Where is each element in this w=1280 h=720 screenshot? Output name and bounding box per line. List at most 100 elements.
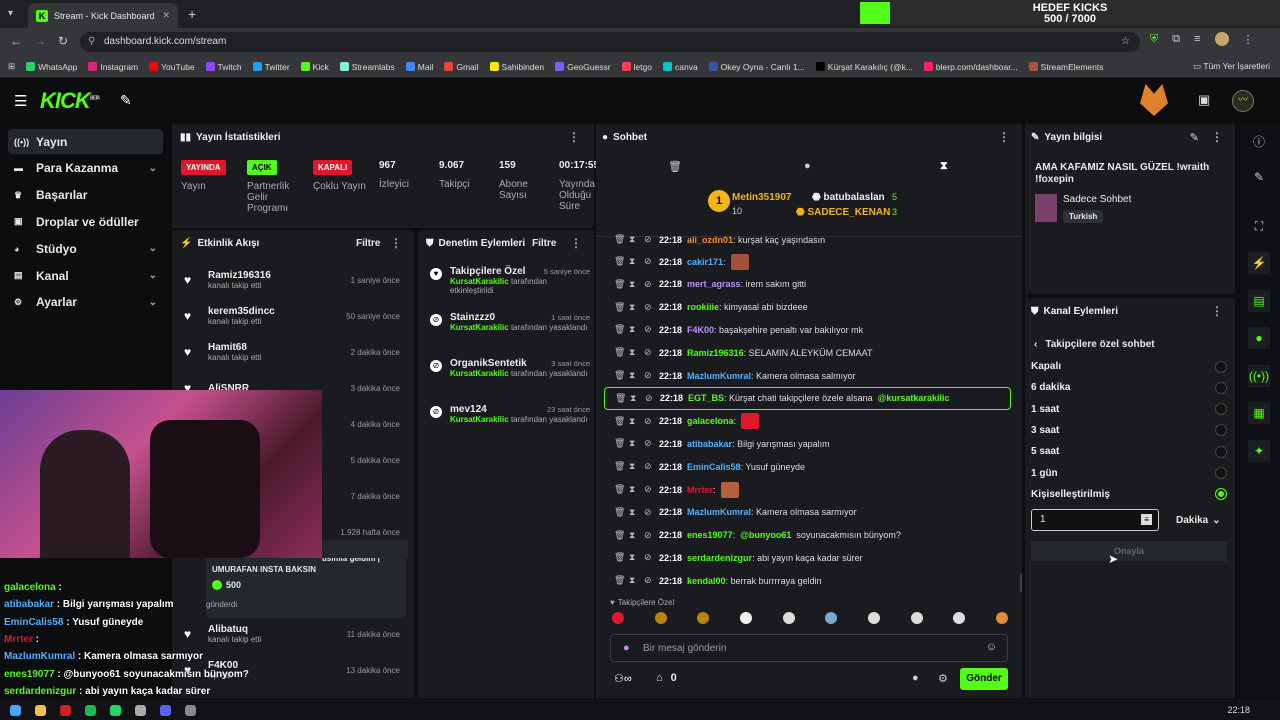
delete-message-icon[interactable]: 🗑 xyxy=(614,256,625,267)
activity-user[interactable]: kerem35dincc xyxy=(208,306,275,317)
discord-icon[interactable] xyxy=(160,704,171,716)
media-control-icon[interactable]: ≡ xyxy=(1194,33,1200,45)
ban-icon[interactable]: ⊘ xyxy=(644,234,654,245)
stepper-icon[interactable]: ≡ xyxy=(1141,514,1152,525)
back-to-actions[interactable]: ‹ Takipçilere özel sohbet xyxy=(1034,339,1155,350)
delete-message-icon[interactable]: 🗑 xyxy=(614,302,625,313)
whatsapp-taskbar-icon[interactable] xyxy=(110,704,121,716)
chrome-icon[interactable] xyxy=(135,704,146,716)
timeout-icon[interactable]: ⧗ xyxy=(629,575,639,586)
ban-icon[interactable]: ⊘ xyxy=(645,393,655,404)
chat-message[interactable]: 🗑 ⧗ ⊘ 22:18 F4K00: başakşehire penaltı var b… xyxy=(614,318,863,341)
radio-button[interactable] xyxy=(1215,467,1227,479)
emote-icon[interactable] xyxy=(697,612,710,624)
bookmark-item[interactable]: GeoGuessr xyxy=(555,62,611,72)
emote-icon[interactable] xyxy=(825,612,838,624)
edit-pencil-icon[interactable]: ✎ xyxy=(1248,166,1270,188)
delete-message-icon[interactable]: 🗑 xyxy=(614,279,625,290)
timeout-icon[interactable]: ⧗ xyxy=(629,256,639,267)
forward-icon[interactable]: → xyxy=(34,34,46,48)
timeout-icon[interactable]: ⧗ xyxy=(629,530,639,541)
emote-icon[interactable] xyxy=(867,612,880,624)
chat-message[interactable]: 🗑 ⧗ ⊘ 22:18 ali_ozdn01: kurşat kaç yaşındası… xyxy=(614,228,825,251)
bookmark-item[interactable]: Mail xyxy=(405,62,433,72)
message-username[interactable]: atibabakar xyxy=(687,439,732,449)
emote-icon[interactable] xyxy=(995,612,1008,624)
delete-message-icon[interactable]: 🗑 xyxy=(614,370,625,381)
chat-input[interactable]: ● Bir mesaj gönderin ☺ xyxy=(610,634,1008,662)
back-icon[interactable]: ← xyxy=(10,34,22,48)
users-icon[interactable]: ⚇∞ xyxy=(614,672,632,685)
nav-item-2[interactable]: ♛ Başarılar xyxy=(8,183,163,208)
timeout-icon[interactable]: ⧗ xyxy=(629,438,639,449)
message-username[interactable]: rookiiie xyxy=(687,302,719,312)
bookmark-item[interactable]: Okey Oyna - Canlı 1... xyxy=(708,62,805,72)
slow-mode-icon[interactable]: ⧗ xyxy=(940,160,948,173)
ban-icon[interactable]: ⊘ xyxy=(644,507,654,518)
mention[interactable]: @bunyoo61 xyxy=(740,530,791,540)
top-gifter-3[interactable]: ⬣ SADECE_KENAN xyxy=(796,207,890,218)
ban-icon[interactable]: ⊘ xyxy=(644,370,654,381)
nav-item-6[interactable]: ⚙ Ayarlar ⌄ xyxy=(8,290,163,315)
duration-option[interactable]: 5 saat xyxy=(1031,441,1227,462)
ban-icon[interactable]: ⊘ xyxy=(644,324,654,335)
radio-button[interactable] xyxy=(1215,360,1227,373)
browser-tab[interactable]: K Stream - Kick Dashboard ✕ xyxy=(28,3,178,28)
chat-message[interactable]: 🗑 ⧗ ⊘ 22:18 serdardenizgur: abi yayın kaça k… xyxy=(614,546,863,569)
chat-bubble-icon[interactable]: ● xyxy=(804,160,811,172)
chat-bubble-settings-icon[interactable]: ● xyxy=(912,672,919,684)
delete-message-icon[interactable]: 🗑 xyxy=(614,552,625,563)
bookmark-item[interactable]: StreamElements xyxy=(1028,62,1104,72)
message-username[interactable]: Mrrter xyxy=(687,485,713,495)
edit-stream-icon[interactable]: ✎ xyxy=(1190,131,1199,144)
hamburger-menu-icon[interactable]: ☰ xyxy=(14,92,27,110)
timeout-icon[interactable]: ⧗ xyxy=(629,507,639,518)
chat-message[interactable]: 🗑 ⧗ ⊘ 22:18 galacelona: xyxy=(614,410,760,433)
message-username[interactable]: MazlumKumral xyxy=(687,371,751,381)
activity-user[interactable]: Hamit68 xyxy=(208,342,261,353)
message-username[interactable]: ali_ozdn01 xyxy=(687,235,733,245)
bookmark-item[interactable]: Twitter xyxy=(252,62,290,72)
chat-message[interactable]: 🗑 ⧗ ⊘ 22:18 Mrrter: xyxy=(614,478,739,501)
lightning-icon[interactable]: ⚡ xyxy=(1248,252,1270,274)
bookmark-item[interactable]: Twitch xyxy=(205,62,242,72)
bookmark-item[interactable]: WhatsApp xyxy=(26,62,77,72)
activity-filter-button[interactable]: Filtre xyxy=(356,238,380,249)
emote-icon[interactable] xyxy=(953,612,966,624)
shield-extension-icon[interactable]: ⛨ xyxy=(1150,33,1158,46)
top-gifter-2[interactable]: ⬣ batubalaslan xyxy=(812,192,885,203)
chat-message[interactable]: 🗑 ⧗ ⊘ 22:18 rookiiie: kimyasal abi bizdeee xyxy=(614,296,808,319)
bookmark-item[interactable]: Kürşat Karakılıç (@k... xyxy=(815,62,913,72)
ban-icon[interactable]: ⊘ xyxy=(644,416,654,427)
timeout-icon[interactable]: ⧗ xyxy=(629,279,639,290)
chat-message[interactable]: 🗑 ⧗ ⊘ 22:18 kendal00: berrak burrrraya geldi… xyxy=(614,569,822,592)
moderation-target[interactable]: Stainzzz0 xyxy=(450,312,495,323)
browser-menu-icon[interactable]: ⋮ xyxy=(1243,33,1254,46)
timeout-icon[interactable]: ⧗ xyxy=(629,370,639,381)
message-username[interactable]: serdardenizgur xyxy=(687,553,752,563)
confirm-button[interactable]: Onayla xyxy=(1031,541,1227,561)
extensions-puzzle-icon[interactable]: ⧉ xyxy=(1172,33,1180,46)
message-username[interactable]: galacelona xyxy=(687,416,734,426)
timeout-icon[interactable]: ⧗ xyxy=(629,552,639,563)
message-username[interactable]: F4K00 xyxy=(687,325,714,335)
delete-message-icon[interactable]: 🗑 xyxy=(614,347,625,358)
top-gifter-1[interactable]: Metin351907 xyxy=(732,192,791,203)
ban-icon[interactable]: ⊘ xyxy=(644,575,654,586)
user-avatar[interactable]: 〰 xyxy=(1232,90,1254,112)
nav-item-3[interactable]: ▣ Droplar ve ödüller xyxy=(8,209,163,234)
emoji-picker-icon[interactable]: ☺ xyxy=(986,641,997,653)
stats-menu-icon[interactable]: ⋮ xyxy=(568,130,580,144)
delete-message-icon[interactable]: 🗑 xyxy=(614,461,625,472)
ban-icon[interactable]: ⊘ xyxy=(644,302,654,313)
bookmark-item[interactable]: Kick xyxy=(300,62,329,72)
moderation-target[interactable]: OrganikSentetik xyxy=(450,358,527,369)
ban-icon[interactable]: ⊘ xyxy=(644,256,654,267)
message-username[interactable]: MazlumKumral xyxy=(687,507,751,517)
message-username[interactable]: EminCalis58 xyxy=(687,462,741,472)
delete-message-icon[interactable]: 🗑 xyxy=(614,530,625,541)
message-username[interactable]: mert_agrass xyxy=(687,279,741,289)
chat-menu-icon[interactable]: ⋮ xyxy=(998,130,1010,144)
timeout-icon[interactable]: ⧗ xyxy=(629,416,639,427)
controller-icon[interactable]: ▣ xyxy=(1198,92,1210,108)
